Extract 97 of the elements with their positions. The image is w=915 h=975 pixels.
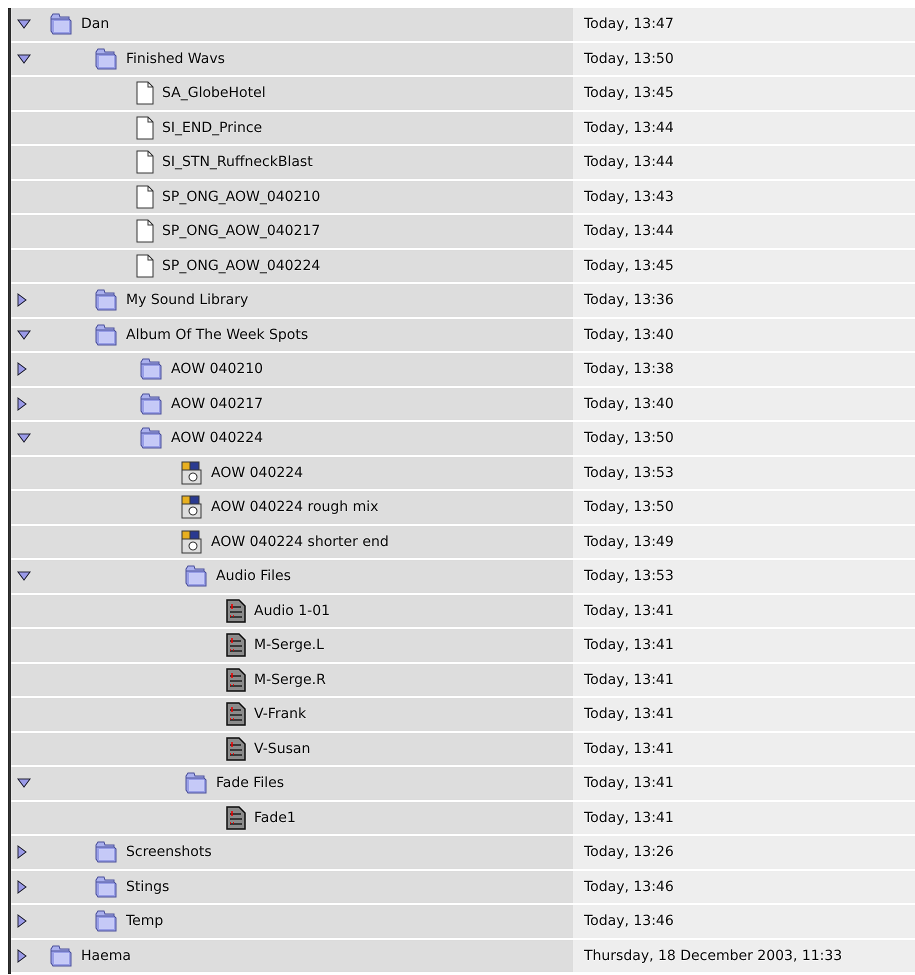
file-name: AOW 040224	[171, 430, 264, 446]
modified-date: Today, 13:45	[584, 258, 674, 274]
collapse-triangle-icon[interactable]	[17, 54, 31, 64]
document-icon	[136, 150, 154, 174]
modified-date: Today, 13:44	[584, 154, 674, 170]
file-name: AOW 040217	[171, 396, 264, 412]
expand-triangle-icon[interactable]	[17, 880, 27, 894]
file-name: Fade1	[254, 810, 296, 826]
modified-date: Today, 13:46	[584, 913, 674, 930]
file-name: V-Frank	[254, 706, 306, 722]
file-name: Fade Files	[216, 775, 284, 792]
collapse-triangle-icon[interactable]	[17, 571, 31, 582]
folder-icon	[139, 392, 163, 415]
file-name: Finished Wavs	[126, 50, 225, 67]
modified-date: Today, 13:46	[584, 878, 674, 895]
file-name: AOW 040224 shorter end	[211, 534, 389, 550]
file-name: AOW 040224	[211, 464, 304, 481]
file-name: My Sound Library	[126, 292, 248, 308]
document-icon	[136, 219, 154, 244]
folder-icon	[94, 324, 118, 346]
expand-triangle-icon[interactable]	[17, 914, 27, 928]
file-name: AOW 040210	[171, 361, 264, 378]
document-icon	[136, 116, 154, 140]
collapse-triangle-icon[interactable]	[17, 433, 31, 444]
file-name: V-Susan	[254, 740, 310, 757]
modified-date: Today, 13:26	[584, 844, 674, 860]
modified-date: Today, 13:38	[584, 361, 674, 378]
modified-date: Today, 13:44	[584, 120, 674, 136]
expand-triangle-icon[interactable]	[17, 396, 27, 411]
folder-icon	[94, 910, 118, 932]
audio-file-icon	[226, 806, 246, 830]
modified-date: Today, 13:50	[584, 50, 674, 67]
folder-icon	[184, 565, 208, 588]
folder-icon	[184, 772, 208, 794]
modified-date: Today, 13:40	[584, 396, 674, 412]
file-name: Album Of The Week Spots	[126, 326, 308, 343]
file-name: SP_ONG_AOW_040224	[162, 258, 320, 274]
document-icon	[136, 254, 154, 278]
modified-date: Today, 13:53	[584, 568, 674, 584]
file-name: Audio 1-01	[254, 602, 330, 619]
file-name: SA_GlobeHotel	[162, 85, 266, 102]
file-name: AOW 040224 rough mix	[211, 499, 378, 516]
modified-date: Today, 13:47	[584, 16, 674, 32]
session-file-icon	[181, 495, 203, 520]
document-icon	[136, 184, 154, 209]
modified-date: Today, 13:43	[584, 188, 674, 205]
folder-icon	[49, 13, 73, 36]
file-name: M-Serge.L	[254, 637, 324, 654]
file-name: SP_ONG_AOW_040210	[162, 188, 320, 205]
modified-date: Today, 13:36	[584, 292, 674, 308]
modified-date: Today, 13:41	[584, 810, 674, 826]
audio-file-icon	[226, 598, 246, 623]
file-name: Audio Files	[216, 568, 291, 584]
modified-date: Today, 13:41	[584, 637, 674, 654]
modified-date: Thursday, 18 December 2003, 11:33	[584, 948, 842, 964]
expand-triangle-icon[interactable]	[17, 362, 27, 376]
file-name: M-Serge.R	[254, 672, 326, 688]
expand-triangle-icon[interactable]	[17, 845, 27, 860]
collapse-triangle-icon[interactable]	[17, 19, 31, 30]
modified-date: Today, 13:40	[584, 326, 674, 343]
session-file-icon	[181, 460, 203, 485]
audio-file-icon	[226, 668, 246, 692]
modified-date: Today, 13:41	[584, 706, 674, 722]
folder-icon	[94, 841, 118, 864]
folder-icon	[139, 427, 163, 450]
modified-date: Today, 13:49	[584, 534, 674, 550]
audio-file-icon	[226, 736, 246, 761]
file-name: Temp	[126, 913, 164, 930]
modified-date: Today, 13:44	[584, 223, 674, 240]
audio-file-icon	[226, 633, 246, 658]
modified-date: Today, 13:41	[584, 602, 674, 619]
modified-date: Today, 13:50	[584, 499, 674, 516]
session-file-icon	[181, 530, 203, 554]
folder-icon	[139, 358, 163, 380]
modified-date: Today, 13:41	[584, 775, 674, 792]
folder-icon	[94, 48, 118, 70]
file-name: Haema	[81, 948, 131, 964]
file-name: SP_ONG_AOW_040217	[162, 223, 320, 240]
audio-file-icon	[226, 702, 246, 726]
folder-icon	[94, 289, 118, 312]
modified-date: Today, 13:45	[584, 85, 674, 102]
document-icon	[136, 81, 154, 106]
collapse-triangle-icon[interactable]	[17, 778, 31, 788]
expand-triangle-icon[interactable]	[17, 948, 27, 963]
file-name: Dan	[81, 16, 110, 32]
file-name: Screenshots	[126, 844, 212, 860]
collapse-triangle-icon[interactable]	[17, 330, 31, 340]
file-name: SI_STN_RuffneckBlast	[162, 154, 313, 170]
modified-date: Today, 13:41	[584, 740, 674, 757]
modified-date: Today, 13:50	[584, 430, 674, 446]
file-name: SI_END_Prince	[162, 120, 262, 136]
folder-icon	[94, 876, 118, 898]
expand-triangle-icon[interactable]	[17, 293, 27, 308]
modified-date: Today, 13:41	[584, 672, 674, 688]
folder-icon	[49, 944, 73, 967]
file-name: Stings	[126, 878, 170, 895]
modified-date: Today, 13:53	[584, 464, 674, 481]
